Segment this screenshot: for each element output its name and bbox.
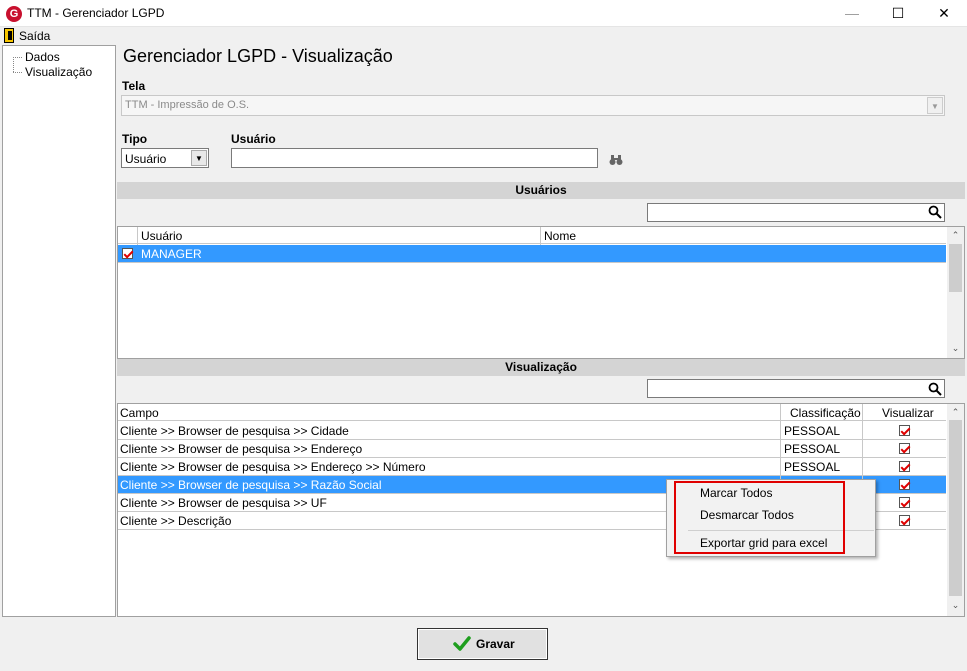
visualizar-checkbox[interactable] [899,461,910,472]
save-button-label: Gravar [476,637,515,651]
cell-campo: Cliente >> Browser de pesquisa >> UF [120,496,327,510]
page-title: Gerenciador LGPD - Visualização [123,46,393,66]
usuario-input[interactable] [231,148,598,168]
tipo-select-value: Usuário [125,152,167,166]
scroll-down-icon[interactable]: ⌄ [947,343,964,354]
chevron-down-icon[interactable]: ▼ [191,150,207,166]
column-divider [780,422,781,440]
tree-item-dados[interactable]: Dados [25,50,60,64]
scrollbar-thumb[interactable] [949,244,962,292]
cell-classificacao: PESSOAL [784,442,841,456]
visualizar-checkbox[interactable] [899,515,910,526]
tela-select-value: TTM - Impressão de O.S. [125,99,250,111]
highlight-box [674,481,845,554]
table-row[interactable]: MANAGER [118,245,946,263]
chevron-down-icon[interactable]: ▼ [927,97,943,114]
cell-campo: Cliente >> Browser de pesquisa >> Endere… [120,460,426,474]
visualizar-checkbox[interactable] [899,425,910,436]
menu-bar [0,27,967,45]
app-logo-icon: G [6,6,22,22]
tree-item-visualizacao[interactable]: Visualização [25,65,92,79]
column-divider [862,458,863,476]
column-header-classificacao[interactable]: Classificação [790,406,861,420]
menu-exit[interactable]: Saída [19,29,50,43]
tela-label: Tela [122,79,146,93]
tree-connector [13,57,14,72]
cell-campo: Cliente >> Browser de pesquisa >> Razão … [120,478,382,492]
scroll-down-icon[interactable]: ⌄ [947,600,964,611]
usuario-label: Usuário [231,132,276,146]
column-header-campo[interactable]: Campo [120,406,159,420]
maximize-button[interactable]: ☐ [875,0,921,27]
cell-campo: Cliente >> Descrição [120,514,232,528]
exit-door-icon[interactable] [4,28,14,43]
row-checkbox[interactable] [122,248,133,259]
usuarios-section-header: Usuários [117,182,965,199]
column-divider [862,440,863,458]
usuarios-grid-header [118,227,946,244]
scroll-up-icon[interactable]: ⌃ [947,407,964,418]
column-header-nome[interactable]: Nome [544,229,576,243]
minimize-button[interactable]: — [829,0,875,27]
visualizacao-section-header: Visualização [117,359,965,376]
cell-campo: Cliente >> Browser de pesquisa >> Endere… [120,442,363,456]
column-header-visualizar[interactable]: Visualizar [882,406,934,420]
table-row[interactable]: Cliente >> Browser de pesquisa >> Cidade… [118,422,946,440]
usuarios-search-input[interactable] [647,203,945,222]
table-row[interactable]: Cliente >> Browser de pesquisa >> Endere… [118,440,946,458]
column-divider [862,422,863,440]
cell-classificacao: PESSOAL [784,424,841,438]
tipo-label: Tipo [122,132,148,146]
column-header-usuario[interactable]: Usuário [141,229,182,243]
cell-classificacao: PESSOAL [784,460,841,474]
visualizar-checkbox[interactable] [899,443,910,454]
cell-usuario: MANAGER [141,247,202,261]
tree-connector [13,57,22,58]
visualizacao-search-input[interactable] [647,379,945,398]
table-row[interactable]: Cliente >> Browser de pesquisa >> Endere… [118,458,946,476]
search-icon[interactable] [928,382,942,396]
search-icon[interactable] [928,205,942,219]
window-title: TTM - Gerenciador LGPD [27,6,165,20]
binoculars-icon[interactable] [609,154,623,166]
scrollbar-thumb[interactable] [949,420,962,596]
visualizar-checkbox[interactable] [899,479,910,490]
column-divider [780,458,781,476]
column-divider [780,440,781,458]
tree-connector [13,72,22,73]
scroll-up-icon[interactable]: ⌃ [947,230,964,241]
close-button[interactable]: ✕ [921,0,967,27]
navigation-tree [2,45,116,617]
visualizar-checkbox[interactable] [899,497,910,508]
cell-campo: Cliente >> Browser de pesquisa >> Cidade [120,424,349,438]
check-icon [453,636,471,651]
